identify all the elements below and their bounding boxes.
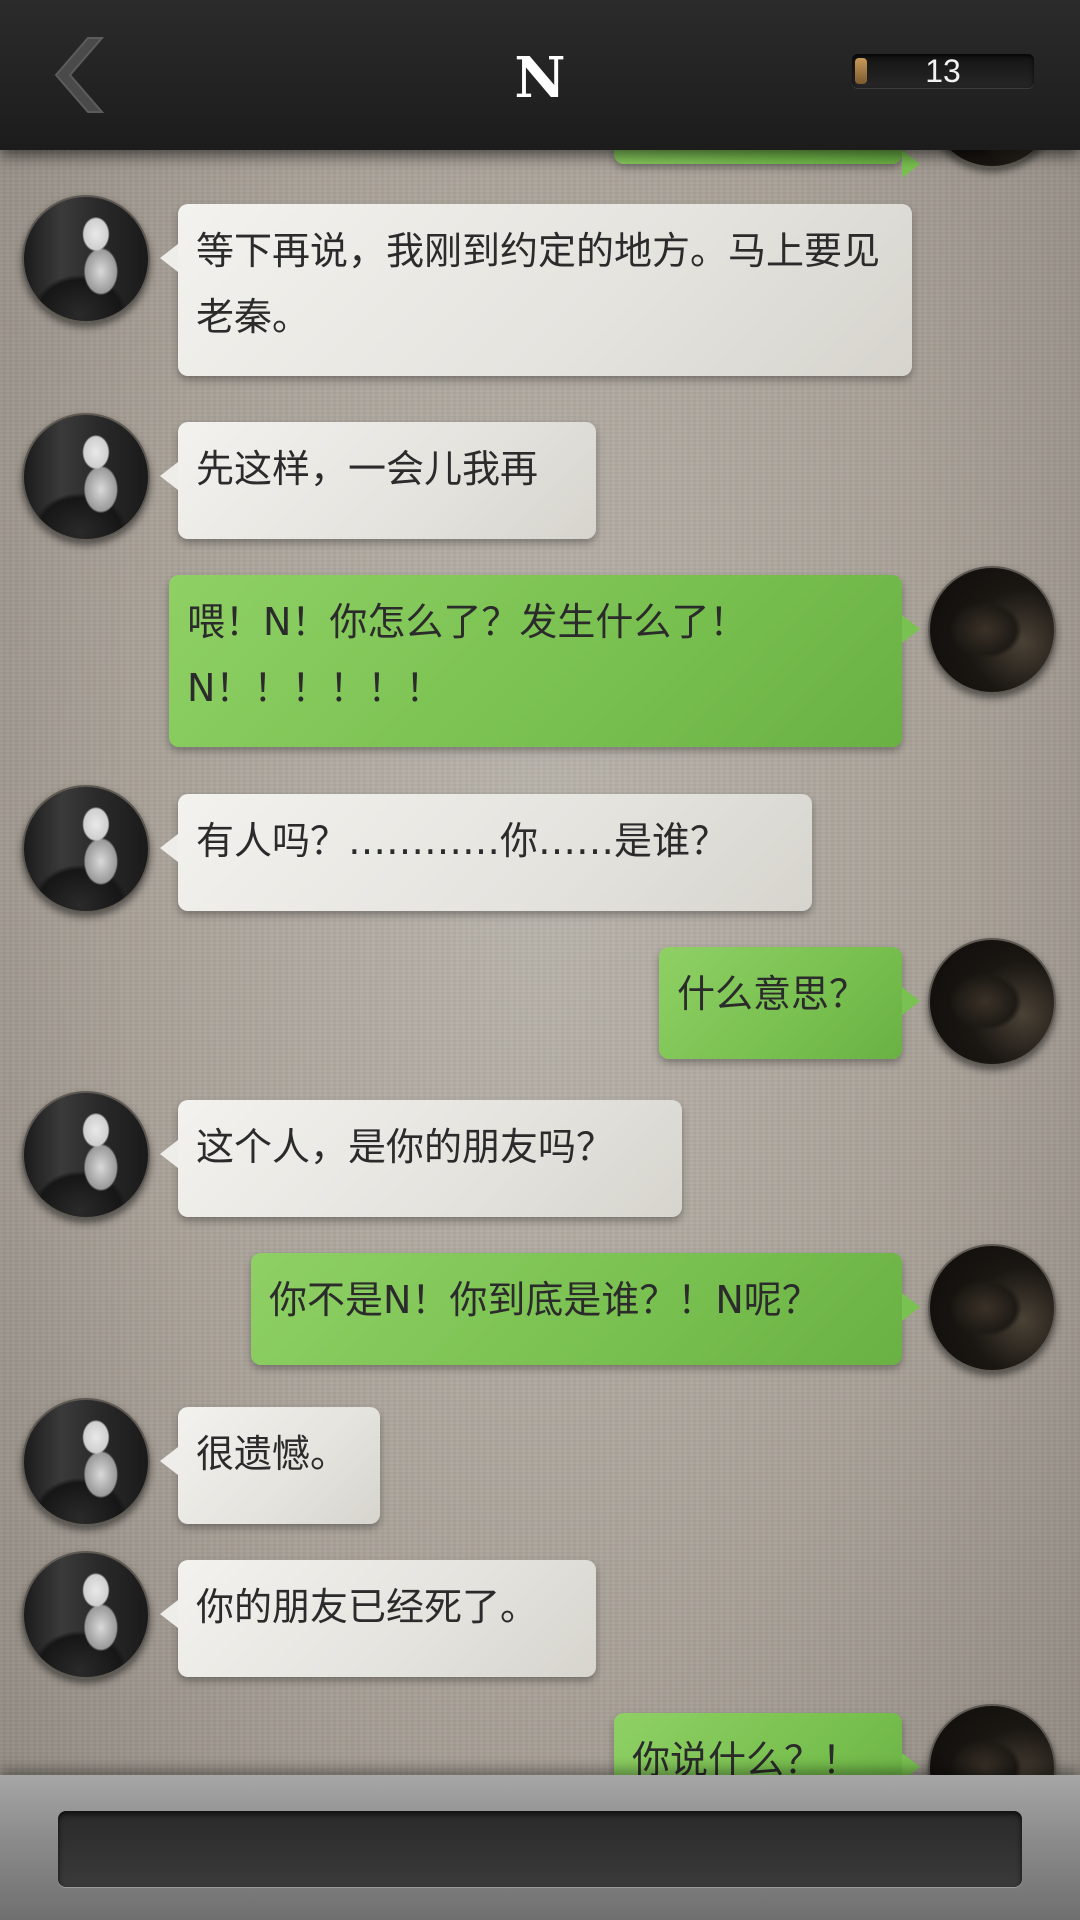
my-avatar[interactable]	[928, 566, 1056, 694]
chat-screen: 等下再说，我刚到约定的地方。马上要见老秦。 先这样，一会儿我再 喂！N！你怎么了…	[0, 0, 1080, 1920]
my-avatar[interactable]	[928, 938, 1056, 1066]
contact-avatar[interactable]	[22, 413, 150, 541]
my-avatar[interactable]	[928, 1244, 1056, 1372]
contact-avatar[interactable]	[22, 1551, 150, 1679]
counter-badge: 13	[852, 54, 1034, 88]
my-avatar[interactable]	[928, 1704, 1056, 1775]
message-list[interactable]: 等下再说，我刚到约定的地方。马上要见老秦。 先这样，一会儿我再 喂！N！你怎么了…	[0, 0, 1080, 1775]
contact-avatar[interactable]	[22, 785, 150, 913]
contact-avatar[interactable]	[22, 1398, 150, 1526]
message-bubble-outgoing: 你说什么？！	[614, 1713, 920, 1775]
message-bubble-incoming: 等下再说，我刚到约定的地方。马上要见老秦。	[160, 204, 912, 376]
message-bubble-outgoing: 你不是N！你到底是谁？！N呢？	[251, 1253, 920, 1365]
top-bar: N 13	[0, 0, 1080, 150]
chevron-left-icon	[54, 37, 105, 113]
contact-avatar[interactable]	[22, 195, 150, 323]
message-bubble-outgoing: 喂！N！你怎么了？发生什么了！N！！！！！！	[169, 575, 920, 747]
message-input[interactable]	[58, 1811, 1022, 1887]
counter-value: 13	[925, 53, 961, 89]
message-bubble-incoming: 你的朋友已经死了。	[160, 1560, 596, 1677]
message-bubble-outgoing: 什么意思？	[659, 947, 920, 1059]
chat-title: N	[514, 45, 566, 111]
back-button[interactable]	[40, 30, 130, 120]
message-bubble-incoming: 先这样，一会儿我再	[160, 422, 596, 539]
message-bubble-incoming: 有人吗？…………你……是谁？	[160, 794, 812, 911]
contact-avatar[interactable]	[22, 1091, 150, 1219]
bottom-input-bar	[0, 1775, 1080, 1920]
message-bubble-incoming: 很遗憾。	[160, 1407, 380, 1524]
message-bubble-incoming: 这个人，是你的朋友吗？	[160, 1100, 682, 1217]
